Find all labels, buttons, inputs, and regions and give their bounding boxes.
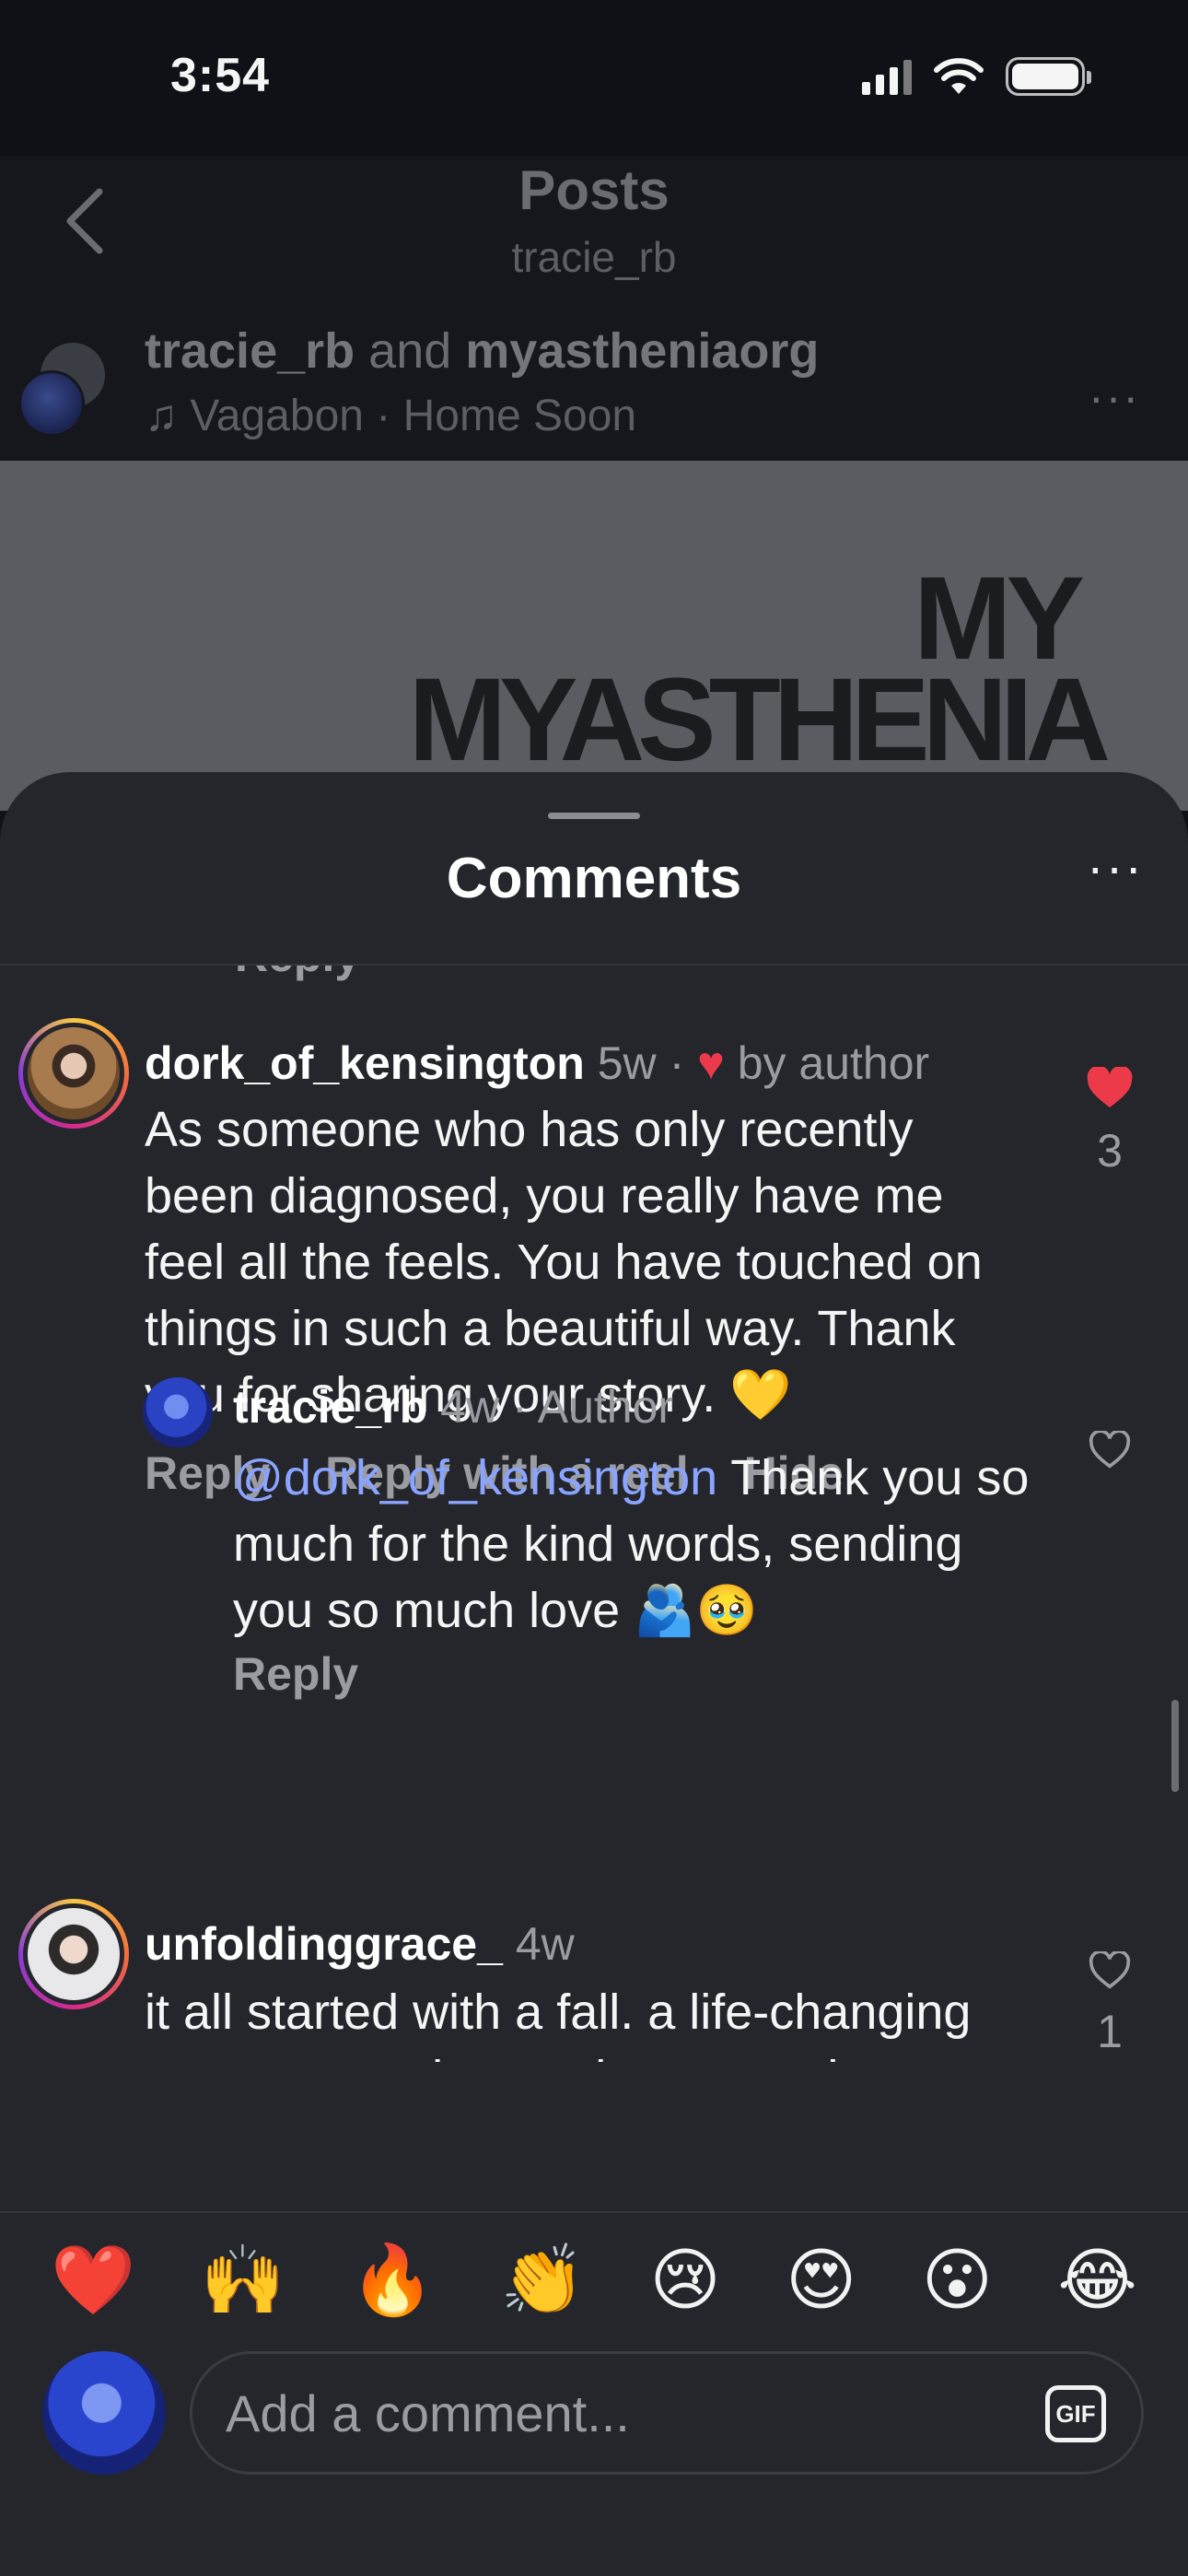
reaction-cry[interactable]: 😢 xyxy=(650,2246,721,2314)
avatar[interactable] xyxy=(18,1018,129,1129)
more-icon[interactable]: ··· xyxy=(1087,837,1144,896)
comment-username[interactable]: tracie_rb xyxy=(233,1381,427,1433)
status-icons xyxy=(862,57,1091,96)
scrollbar[interactable] xyxy=(1171,1700,1179,1792)
poster-text-line2: MYASTHENIA xyxy=(408,654,1111,786)
comment-username[interactable]: dork_of_kensington xyxy=(145,1037,585,1089)
comment-text: @dork_of_kensington Thank you so much fo… xyxy=(233,1450,1030,1638)
comment-actions: Reply xyxy=(233,1647,401,1701)
like-button[interactable]: 3 xyxy=(1077,1067,1142,1177)
battery-icon xyxy=(1006,57,1091,96)
quick-reactions: ❤️ 🙌 🔥 👏 😢 😍 😮 😂 xyxy=(0,2230,1188,2331)
reply-button[interactable]: Reply xyxy=(233,1648,358,1700)
liked-by-author-label: by author xyxy=(724,1037,930,1089)
author-username[interactable]: tracie_rb xyxy=(145,323,355,379)
signal-icon xyxy=(862,58,912,95)
page-subtitle: tracie_rb xyxy=(511,233,677,281)
avatar[interactable] xyxy=(143,1377,213,1447)
post-image: MY MYASTHENIA xyxy=(0,461,1188,811)
reaction-laugh[interactable]: 😂 xyxy=(1057,2246,1136,2314)
comment-username[interactable]: unfoldinggrace_ xyxy=(145,1918,503,1970)
heart-outline-icon xyxy=(1089,1951,1131,1989)
author-avatars[interactable] xyxy=(18,343,120,437)
comment-input-container[interactable]: GIF xyxy=(190,2351,1144,2475)
sheet-grabber[interactable] xyxy=(548,813,640,819)
gif-icon[interactable]: GIF xyxy=(1045,2385,1106,2442)
reaction-raised-hands[interactable]: 🙌 xyxy=(201,2246,285,2314)
like-button[interactable]: 1 xyxy=(1077,1951,1142,2058)
comment-meta: dork_of_kensington 5w · ♥ by author xyxy=(145,1037,930,1089)
like-button[interactable] xyxy=(1077,1431,1142,1469)
comment-input[interactable] xyxy=(226,2354,981,2472)
heart-icon xyxy=(1087,1067,1133,1107)
author-joiner: and xyxy=(368,323,452,379)
avatar[interactable] xyxy=(18,1899,129,2009)
collab-username[interactable]: myastheniaorg xyxy=(465,323,819,379)
author-badge: · Author xyxy=(499,1381,674,1433)
home-indicator xyxy=(437,2543,751,2554)
reaction-wow[interactable]: 😮 xyxy=(922,2246,993,2314)
reaction-heart-eyes[interactable]: 😍 xyxy=(786,2246,856,2314)
mention-link[interactable]: @dork_of_kensington xyxy=(233,1450,717,1505)
my-avatar xyxy=(42,2351,166,2475)
status-time: 3:54 xyxy=(170,49,271,102)
comment-meta: tracie_rb 4w · Author xyxy=(233,1380,673,1434)
heart-outline-icon xyxy=(1089,1431,1131,1469)
post-author-row[interactable]: tracie_rb and myastheniaorg ♫ Vagabon · … xyxy=(0,322,1188,451)
wifi-icon xyxy=(934,58,984,94)
comment-time: 5w xyxy=(597,1037,657,1089)
comment-composer: GIF xyxy=(0,2340,1188,2478)
divider xyxy=(0,2211,1188,2213)
comment-time: 4w xyxy=(440,1381,500,1433)
page-title: Posts xyxy=(518,159,670,221)
reply-button[interactable]: Reply xyxy=(235,966,360,982)
post-more-icon[interactable]: ··· xyxy=(1089,370,1140,424)
author-avatar xyxy=(18,370,85,437)
like-count: 1 xyxy=(1097,2006,1123,2057)
comment-list[interactable]: Reply dork_of_kensington 5w · ♥ by autho… xyxy=(0,966,1188,2062)
comment-time: 4w xyxy=(515,1918,575,1970)
reaction-clap[interactable]: 👏 xyxy=(500,2246,585,2314)
comment-text: it all started with a fall. a life-chang… xyxy=(145,1985,972,2062)
music-track[interactable]: ♫ Vagabon · Home Soon xyxy=(145,391,636,441)
like-count: 3 xyxy=(1097,1125,1123,1177)
author-heart-icon: ♥ xyxy=(697,1037,725,1089)
reaction-fire[interactable]: 🔥 xyxy=(350,2246,435,2314)
comment-meta: unfoldinggrace_ 4w xyxy=(145,1917,575,1971)
reaction-heart[interactable]: ❤️ xyxy=(51,2246,135,2314)
comment-text: As someone who has only recently been di… xyxy=(145,1102,983,1423)
post-authors[interactable]: tracie_rb and myastheniaorg xyxy=(145,322,819,380)
sheet-title: Comments xyxy=(446,847,742,910)
status-bar: 3:54 xyxy=(0,0,1188,157)
